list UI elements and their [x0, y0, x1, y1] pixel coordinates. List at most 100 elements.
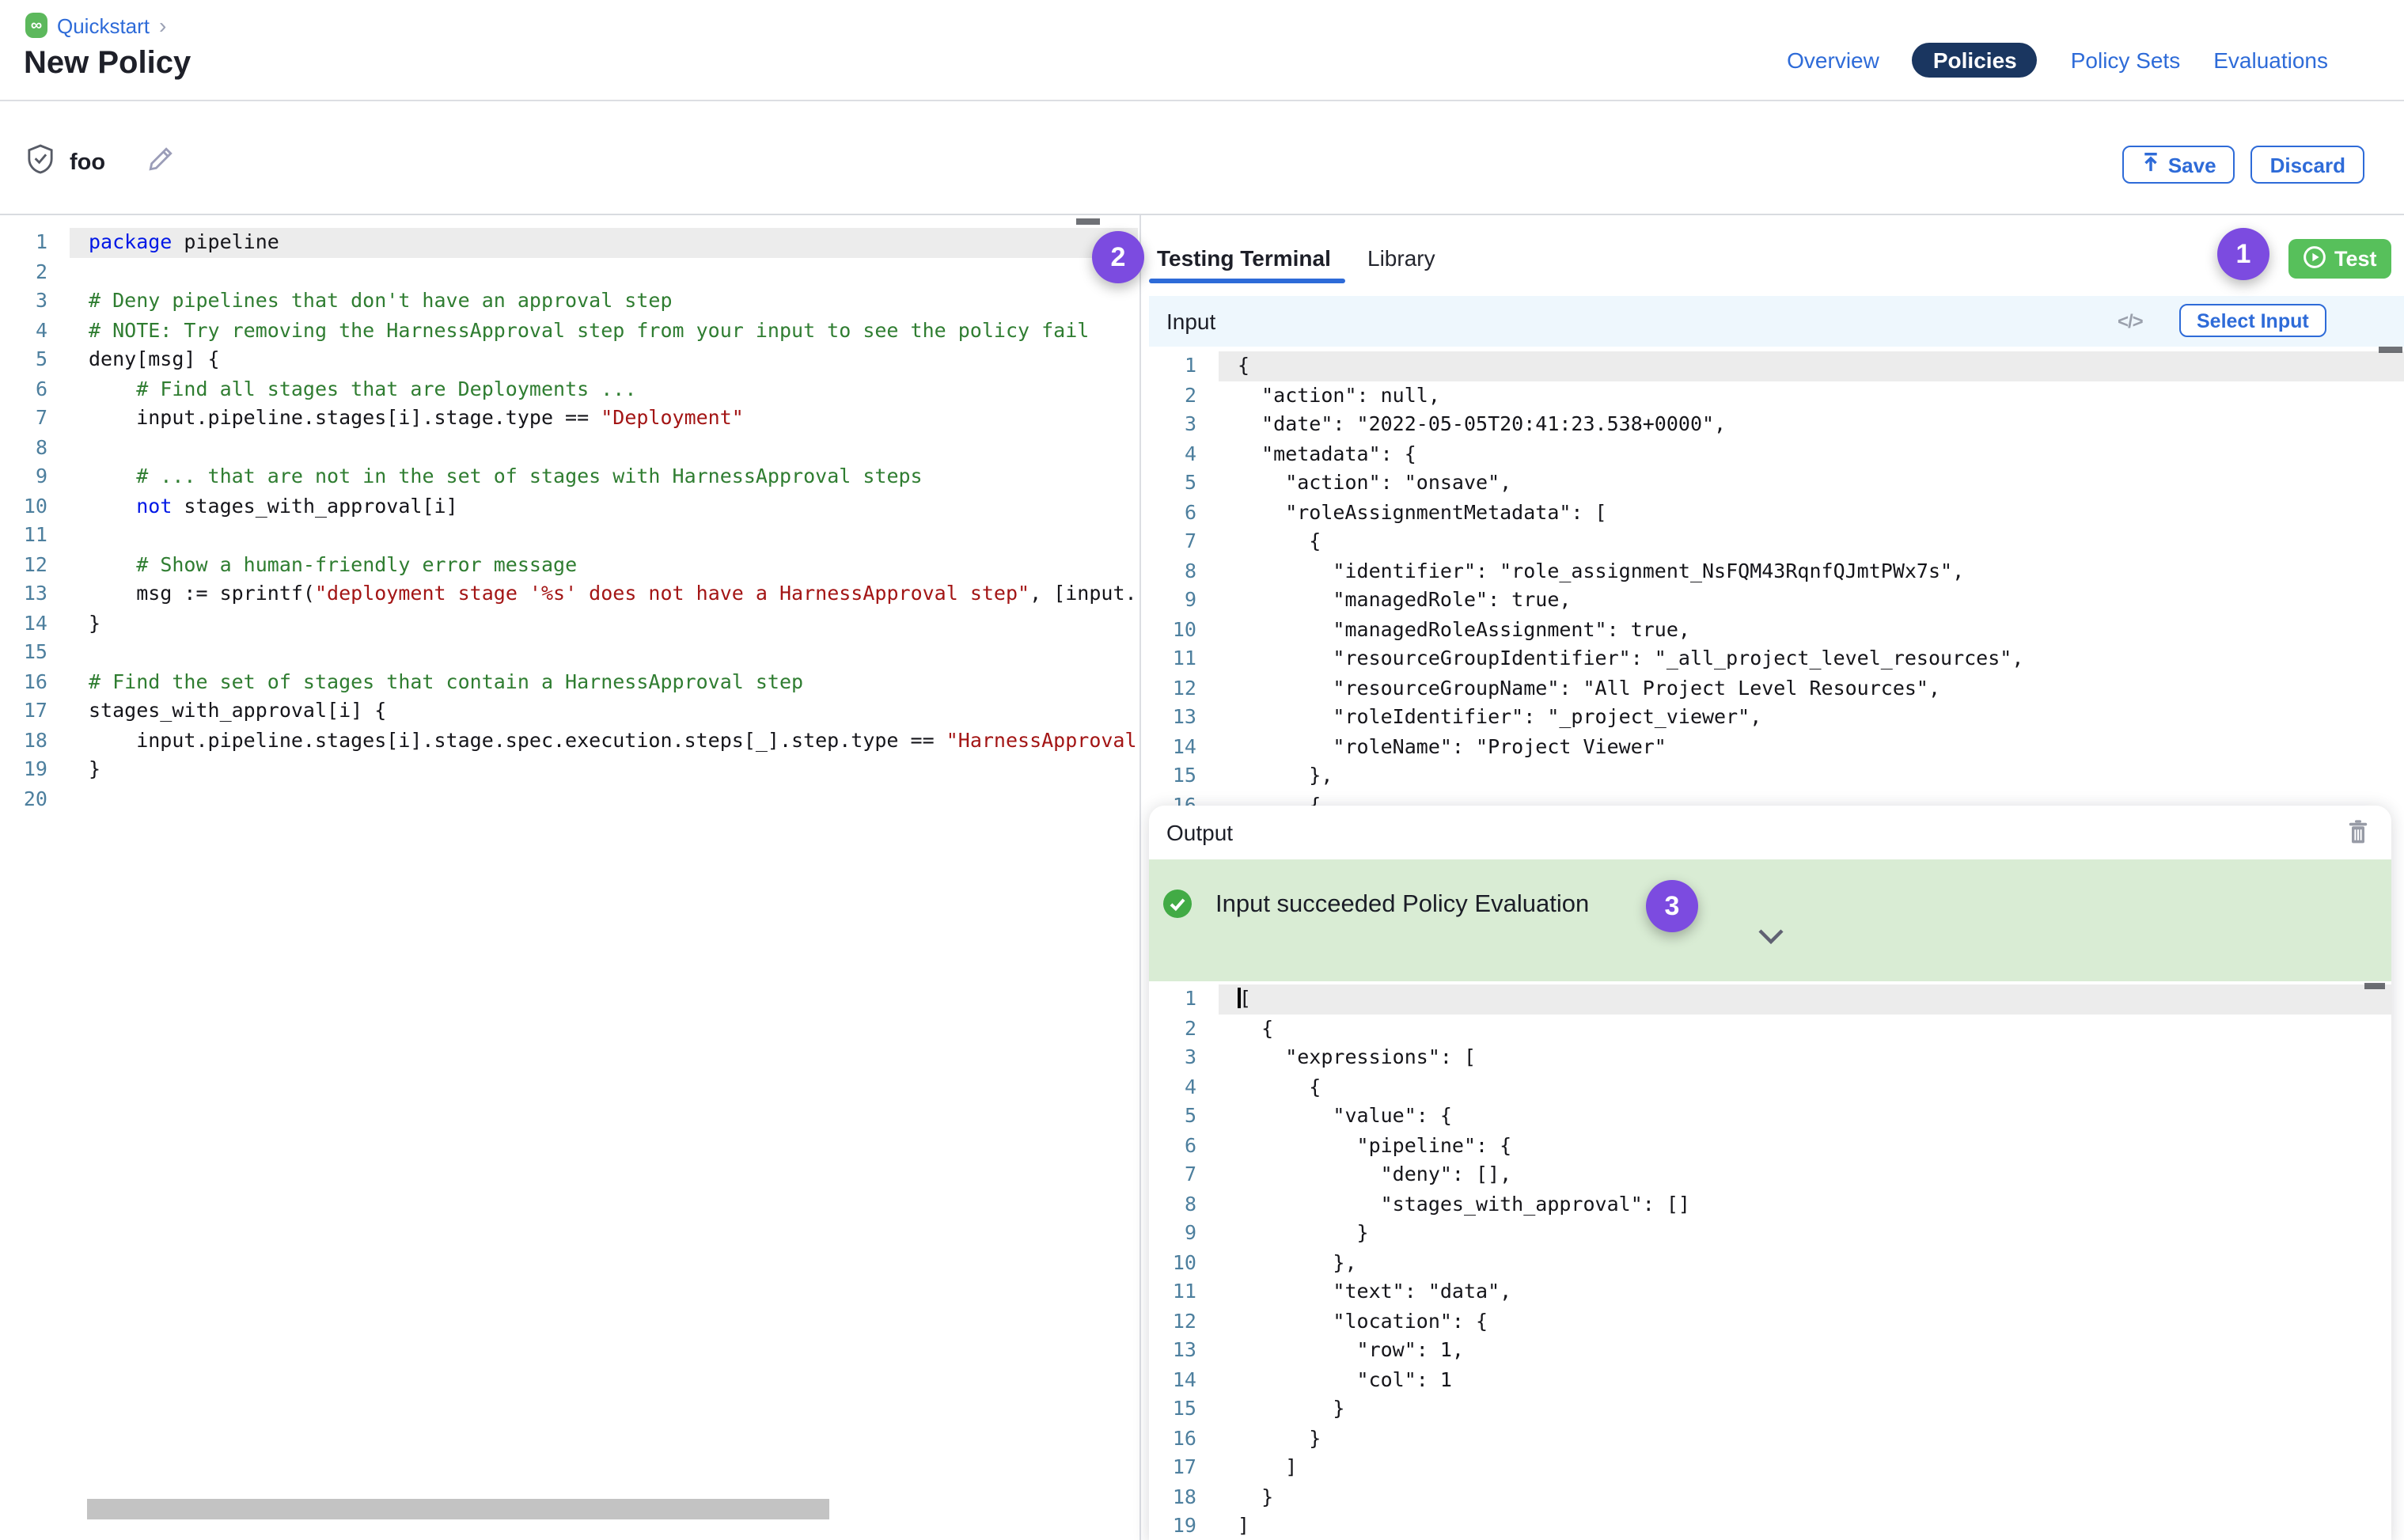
code-line: 5deny[msg] { — [0, 345, 1138, 374]
input-json-editor[interactable]: 1{2 "action": null,3 "date": "2022-05-05… — [1149, 347, 2404, 806]
code-line: 7 "deny": [], — [1149, 1160, 2391, 1189]
code-line: 14 "roleName": "Project Viewer" — [1149, 732, 2404, 761]
trash-icon[interactable] — [2347, 818, 2369, 850]
output-section: Output Input succeeded Policy Evaluation… — [1149, 806, 2391, 1540]
code-line: 9 } — [1149, 1219, 2391, 1248]
output-json-editor[interactable]: 1[2 {3 "expressions": [4 {5 "value": {6 … — [1149, 981, 2391, 1540]
code-line: 14} — [0, 609, 1138, 638]
code-line: 13 msg := sprintf("deployment stage '%s'… — [0, 579, 1138, 609]
code-line: 1package pipeline — [0, 228, 1138, 257]
code-line: 6 "roleAssignmentMetadata": [ — [1149, 498, 2404, 527]
code-view-icon[interactable]: </> — [2118, 310, 2143, 332]
code-line: 2 { — [1149, 1014, 2391, 1043]
policy-name: foo — [70, 150, 105, 176]
code-line: 7 input.pipeline.stages[i].stage.type ==… — [0, 404, 1138, 433]
code-line: 5 "value": { — [1149, 1102, 2391, 1131]
code-line: 16# Find the set of stages that contain … — [0, 667, 1138, 696]
code-line: 12 "resourceGroupName": "All Project Lev… — [1149, 673, 2404, 703]
page-header: ∞ Quickstart › New Policy Overview Polic… — [0, 0, 2404, 101]
code-line: 4# NOTE: Try removing the HarnessApprova… — [0, 316, 1138, 345]
code-line: 4 { — [1149, 1072, 2391, 1102]
nav-link-policy-sets[interactable]: Policy Sets — [2071, 47, 2181, 72]
code-line: 8 — [0, 433, 1138, 462]
breadcrumb: ∞ Quickstart › — [25, 13, 166, 38]
code-line: 13 "roleIdentifier": "_project_viewer", — [1149, 703, 2404, 732]
code-line: 5 "action": "onsave", — [1149, 468, 2404, 498]
save-button[interactable]: Save — [2122, 146, 2235, 184]
app-root: ∞ Quickstart › New Policy Overview Polic… — [0, 0, 2404, 1540]
code-line: 2 "action": null, — [1149, 381, 2404, 410]
code-line: 11 "text": "data", — [1149, 1277, 2391, 1307]
active-tab-underline — [1149, 279, 1345, 283]
tab-library[interactable]: Library — [1367, 245, 1435, 271]
code-line: 16 { — [1149, 791, 2404, 806]
test-button[interactable]: Test — [2288, 239, 2391, 279]
code-line: 10 }, — [1149, 1248, 2391, 1277]
evaluation-success-banner: Input succeeded Policy Evaluation — [1149, 859, 2391, 981]
code-line: 10 not stages_with_approval[i] — [0, 491, 1138, 521]
code-line: 12 # Show a human-friendly error message — [0, 550, 1138, 579]
code-line: 17 ] — [1149, 1453, 2391, 1482]
shield-check-icon — [27, 144, 54, 182]
select-input-button[interactable]: Select Input — [2179, 304, 2326, 337]
toolbar-actions: Save Discard — [2122, 146, 2364, 184]
annotation-badge-3: 3 — [1646, 880, 1698, 932]
top-nav: Overview Policies Policy Sets Evaluation… — [1787, 43, 2328, 76]
code-line: 13 "row": 1, — [1149, 1336, 2391, 1365]
input-section-header: Input </> Select Input — [1149, 296, 2404, 347]
minimap-indicator — [2379, 347, 2402, 353]
code-line: 4 "metadata": { — [1149, 439, 2404, 468]
code-line: 14 "col": 1 — [1149, 1365, 2391, 1394]
annotation-badge-2: 2 — [1092, 231, 1144, 283]
banner-message: Input succeeded Policy Evaluation — [1215, 891, 1589, 920]
minimap-indicator — [1076, 218, 1100, 225]
nav-link-policies-active[interactable]: Policies — [1913, 42, 2038, 77]
input-title: Input — [1166, 309, 1215, 334]
output-section-header: Output — [1149, 806, 2391, 859]
page-title: New Policy — [24, 46, 191, 82]
harness-logo-icon: ∞ — [25, 13, 47, 38]
code-line: 8 "identifier": "role_assignment_NsFQM43… — [1149, 556, 2404, 586]
code-line: 12 "location": { — [1149, 1307, 2391, 1336]
code-line: 3 "date": "2022-05-05T20:41:23.538+0000"… — [1149, 410, 2404, 439]
chevron-down-icon[interactable] — [1756, 926, 1784, 950]
code-line: 19} — [0, 755, 1138, 784]
code-line: 2 — [0, 257, 1138, 286]
nav-link-evaluations[interactable]: Evaluations — [2213, 47, 2328, 72]
panel-divider — [1139, 215, 1141, 1540]
code-line: 18 } — [1149, 1482, 2391, 1512]
code-line: 1[ — [1149, 984, 2391, 1014]
code-line: 9 # ... that are not in the set of stage… — [0, 462, 1138, 491]
nav-link-overview[interactable]: Overview — [1787, 47, 1879, 72]
code-line: 1{ — [1149, 351, 2404, 381]
code-line: 7 { — [1149, 527, 2404, 556]
code-line: 18 input.pipeline.stages[i].stage.spec.e… — [0, 726, 1138, 755]
breadcrumb-chevron-icon: › — [159, 15, 166, 36]
code-line: 15 — [0, 638, 1138, 667]
code-line: 3# Deny pipelines that don't have an app… — [0, 286, 1138, 316]
code-line: 8 "stages_with_approval": [] — [1149, 1189, 2391, 1219]
code-line: 10 "managedRoleAssignment": true, — [1149, 615, 2404, 644]
code-line: 20 — [0, 784, 1138, 814]
code-line: 9 "managedRole": true, — [1149, 586, 2404, 615]
code-line: 11 "resourceGroupIdentifier": "_all_proj… — [1149, 644, 2404, 673]
code-line: 15 } — [1149, 1394, 2391, 1424]
edit-pencil-icon[interactable] — [146, 146, 173, 180]
policy-name-row: foo — [27, 146, 173, 180]
output-title: Output — [1166, 820, 1233, 845]
play-circle-icon — [2303, 245, 2326, 273]
code-line: 15 }, — [1149, 761, 2404, 791]
tab-testing-terminal[interactable]: Testing Terminal — [1157, 245, 1331, 271]
breadcrumb-link-quickstart[interactable]: Quickstart — [57, 13, 150, 37]
code-line: 6 # Find all stages that are Deployments… — [0, 374, 1138, 404]
code-line: 6 "pipeline": { — [1149, 1131, 2391, 1160]
policy-code-editor[interactable]: 1package pipeline23# Deny pipelines that… — [0, 215, 1138, 1540]
horizontal-scrollbar[interactable] — [87, 1499, 829, 1519]
code-line: 3 "expressions": [ — [1149, 1043, 2391, 1072]
discard-button[interactable]: Discard — [2251, 146, 2364, 184]
code-line: 16 } — [1149, 1424, 2391, 1453]
code-line: 11 — [0, 521, 1138, 550]
check-circle-icon — [1163, 889, 1192, 926]
minimap-indicator — [2364, 983, 2385, 989]
code-line: 19] — [1149, 1512, 2391, 1540]
